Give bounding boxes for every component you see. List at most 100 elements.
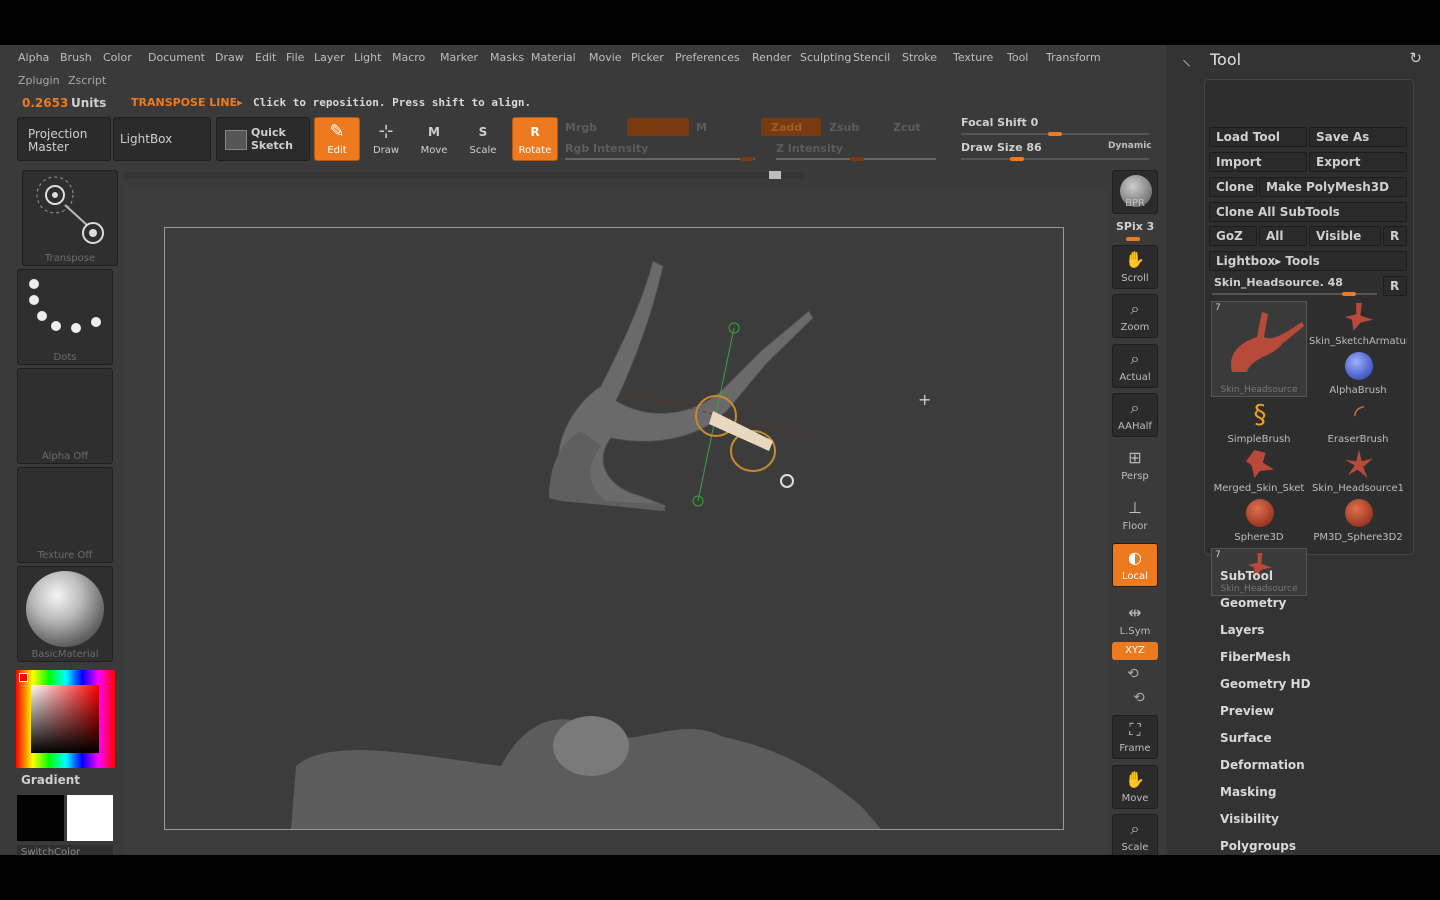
goz-button[interactable]: GoZ bbox=[1209, 226, 1257, 246]
scale-button[interactable]: S Scale bbox=[461, 117, 505, 161]
move-button[interactable]: M Move bbox=[412, 117, 456, 161]
menu-stencil[interactable]: Stencil bbox=[853, 51, 890, 64]
tool-thumb-pm3d-sphere[interactable]: PM3D_Sphere3D2 bbox=[1309, 497, 1407, 545]
lsym-button[interactable]: ⇹ L.Sym bbox=[1112, 598, 1158, 642]
tool-thumb-headsource1[interactable]: Skin_Headsource1 bbox=[1309, 448, 1407, 496]
tool-thumb-eraserbrush[interactable]: ◜ EraserBrush bbox=[1309, 399, 1407, 447]
dynamic-toggle[interactable]: Dynamic bbox=[1108, 141, 1152, 151]
reset-icon[interactable]: ↻ bbox=[1409, 49, 1422, 67]
menu-movie[interactable]: Movie bbox=[589, 51, 622, 64]
menu-tool[interactable]: Tool bbox=[1007, 51, 1028, 64]
zadd-button[interactable]: Zadd bbox=[761, 118, 821, 136]
projection-master-button[interactable]: Projection Master bbox=[17, 117, 111, 161]
menu-zplugin[interactable]: Zplugin bbox=[18, 74, 60, 87]
goz-r-button[interactable]: R bbox=[1383, 226, 1407, 246]
tool-thumb-merged[interactable]: Merged_Skin_Sket bbox=[1210, 448, 1308, 496]
section-geometry[interactable]: Geometry bbox=[1220, 596, 1286, 610]
actual-button[interactable]: ⌕ Actual bbox=[1112, 344, 1158, 388]
menu-render[interactable]: Render bbox=[752, 51, 791, 64]
lightbox-button[interactable]: LightBox bbox=[113, 117, 211, 161]
section-polygroups[interactable]: Polygroups bbox=[1220, 839, 1296, 853]
rotate-button[interactable]: R Rotate bbox=[512, 117, 558, 161]
section-fibermesh[interactable]: FiberMesh bbox=[1220, 650, 1291, 664]
menu-color[interactable]: Color bbox=[103, 51, 132, 64]
tool-thumb-current[interactable]: 7 Skin_Headsource bbox=[1211, 301, 1307, 397]
lightbox-tools-button[interactable]: Lightbox▸ Tools bbox=[1209, 251, 1407, 271]
section-layers[interactable]: Layers bbox=[1220, 623, 1264, 637]
tool-thumb-simplebrush[interactable]: § SimpleBrush bbox=[1210, 399, 1308, 447]
secondary-color-swatch[interactable] bbox=[17, 795, 64, 841]
move-view-button[interactable]: ✋ Move bbox=[1112, 765, 1158, 809]
gradient-label[interactable]: Gradient bbox=[21, 773, 80, 787]
section-surface[interactable]: Surface bbox=[1220, 731, 1272, 745]
rgb-intensity-knob[interactable] bbox=[740, 157, 754, 161]
menu-draw[interactable]: Draw bbox=[215, 51, 244, 64]
draw-size-knob[interactable] bbox=[1010, 157, 1025, 161]
m-button[interactable]: M bbox=[696, 121, 707, 134]
tool-thumb-sphere3d[interactable]: Sphere3D bbox=[1210, 497, 1308, 545]
menu-material[interactable]: Material bbox=[531, 51, 576, 64]
menu-transform[interactable]: Transform bbox=[1046, 51, 1101, 64]
menu-document[interactable]: Document bbox=[148, 51, 205, 64]
menu-layer[interactable]: Layer bbox=[314, 51, 345, 64]
local-button[interactable]: ◐ Local bbox=[1112, 543, 1158, 587]
menu-edit[interactable]: Edit bbox=[255, 51, 276, 64]
focal-shift-knob[interactable] bbox=[1048, 132, 1062, 136]
mrgb-button[interactable]: Mrgb bbox=[565, 121, 597, 134]
menu-masks[interactable]: Masks bbox=[490, 51, 524, 64]
texture-slot[interactable]: Texture Off bbox=[17, 467, 113, 563]
current-tool-knob[interactable] bbox=[1342, 292, 1356, 296]
section-deformation[interactable]: Deformation bbox=[1220, 758, 1305, 772]
tool-thumb-sketcharmature[interactable]: Skin_SketchArmature bbox=[1309, 301, 1407, 349]
menu-preferences[interactable]: Preferences bbox=[675, 51, 740, 64]
frame-button[interactable]: ⛶ Frame bbox=[1112, 715, 1158, 759]
export-button[interactable]: Export bbox=[1309, 152, 1407, 172]
rotate-y-icon[interactable]: ⟲ bbox=[1127, 666, 1139, 682]
menu-sculpting[interactable]: Sculpting bbox=[800, 51, 851, 64]
tool-panel-pin-icon[interactable]: ⸜ bbox=[1182, 47, 1191, 71]
color-picker-marker[interactable] bbox=[19, 673, 28, 682]
color-picker-square[interactable] bbox=[31, 685, 99, 753]
document-scroll-thumb[interactable] bbox=[769, 171, 781, 179]
make-polymesh-button[interactable]: Make PolyMesh3D bbox=[1259, 177, 1407, 197]
bpr-button[interactable]: BPR bbox=[1112, 170, 1158, 214]
menu-alpha[interactable]: Alpha bbox=[18, 51, 49, 64]
section-subtool[interactable]: SubTool bbox=[1220, 569, 1273, 583]
transpose-slot[interactable]: Transpose bbox=[22, 170, 118, 266]
draw-button[interactable]: ⊹ Draw bbox=[364, 117, 408, 161]
edit-button[interactable]: ✎ Edit bbox=[314, 117, 360, 161]
document-scrollbar[interactable] bbox=[124, 172, 804, 178]
zoom-button[interactable]: ⌕ Zoom bbox=[1112, 294, 1158, 338]
menu-texture[interactable]: Texture bbox=[953, 51, 993, 64]
persp-button[interactable]: ⊞ Persp bbox=[1112, 443, 1158, 487]
menu-picker[interactable]: Picker bbox=[631, 51, 664, 64]
floor-button[interactable]: ⊥ Floor bbox=[1112, 493, 1158, 537]
menu-light[interactable]: Light bbox=[354, 51, 381, 64]
menu-marker[interactable]: Marker bbox=[440, 51, 478, 64]
section-preview[interactable]: Preview bbox=[1220, 704, 1274, 718]
spix-slider-knob[interactable] bbox=[1126, 237, 1140, 241]
color-picker[interactable] bbox=[16, 670, 115, 768]
scroll-button[interactable]: ✋ Scroll bbox=[1112, 245, 1158, 289]
tool-r-button[interactable]: R bbox=[1383, 276, 1407, 296]
draw-size-slider[interactable] bbox=[961, 158, 1149, 160]
import-button[interactable]: Import bbox=[1209, 152, 1307, 172]
document-canvas[interactable] bbox=[164, 227, 1064, 830]
section-masking[interactable]: Masking bbox=[1220, 785, 1276, 799]
stroke-slot[interactable]: Dots bbox=[17, 269, 113, 365]
save-as-button[interactable]: Save As bbox=[1309, 127, 1407, 147]
load-tool-button[interactable]: Load Tool bbox=[1209, 127, 1307, 147]
zcut-button[interactable]: Zcut bbox=[893, 121, 921, 134]
goz-visible-button[interactable]: Visible bbox=[1309, 226, 1381, 246]
main-color-swatch[interactable] bbox=[67, 795, 113, 841]
clone-button[interactable]: Clone bbox=[1209, 177, 1257, 197]
goz-all-button[interactable]: All bbox=[1259, 226, 1307, 246]
zsub-button[interactable]: Zsub bbox=[829, 121, 859, 134]
scale-view-button[interactable]: ⌕ Scale bbox=[1112, 814, 1158, 855]
menu-stroke[interactable]: Stroke bbox=[902, 51, 937, 64]
rgb-intensity-slider[interactable] bbox=[565, 158, 755, 160]
tool-thumb-alphabrush[interactable]: AlphaBrush bbox=[1309, 350, 1407, 398]
rotate-z-icon[interactable]: ⟲ bbox=[1133, 690, 1145, 706]
section-geometry-hd[interactable]: Geometry HD bbox=[1220, 677, 1311, 691]
aahalf-button[interactable]: ⌕ AAHalf bbox=[1112, 393, 1158, 437]
